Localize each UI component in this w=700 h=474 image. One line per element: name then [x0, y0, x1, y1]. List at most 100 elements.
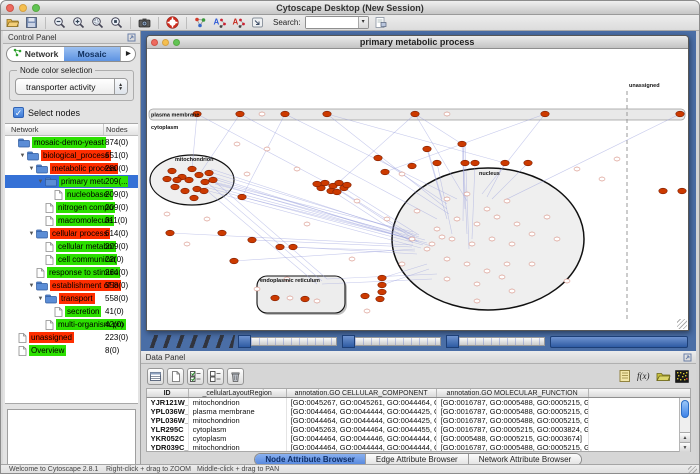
graph-node-selected[interactable] [162, 176, 170, 182]
graph-node[interactable] [454, 217, 460, 221]
table-cell[interactable]: [GO:0016787, GO:0005488, GO:0005215, G… [437, 443, 589, 452]
tree-expander-icon[interactable]: ▼ [18, 153, 27, 159]
graph-node-selected[interactable] [280, 111, 288, 117]
scrollbar-thumb[interactable] [681, 400, 689, 418]
graph-node-selected[interactable] [194, 172, 202, 178]
unselect-all-attributes-button[interactable] [207, 368, 224, 385]
graph-node-selected[interactable] [457, 141, 465, 147]
graph-node[interactable] [504, 262, 510, 266]
graph-node[interactable] [469, 242, 475, 246]
graph-node[interactable] [204, 217, 210, 221]
graph-node-selected[interactable] [460, 160, 468, 166]
graph-node[interactable] [314, 299, 320, 303]
column-header-annotation-go-molecular-function[interactable]: annotation.GO MOLECULAR_FUNCTION [437, 389, 589, 397]
zoom-selected-region-button[interactable] [90, 16, 105, 30]
graph-edge[interactable] [285, 114, 457, 199]
tree-row-response-to-stimulu[interactable]: response to stimulu264(0) [5, 266, 138, 279]
zoom-fit-button[interactable] [109, 16, 124, 30]
graph-node-selected[interactable] [342, 182, 350, 188]
graph-node-selected[interactable] [332, 189, 340, 195]
graph-node[interactable] [489, 237, 495, 241]
graph-edge[interactable] [507, 114, 680, 199]
table-row[interactable]: YPL036W__1mitochondrion[GO:0044464, GO:0… [147, 416, 690, 425]
graph-node[interactable] [429, 242, 435, 246]
graph-node-selected[interactable] [312, 181, 320, 187]
graph-edge[interactable] [327, 114, 505, 163]
graph-node-selected[interactable] [167, 168, 175, 174]
delete-attribute-button[interactable] [227, 368, 244, 385]
graph-node[interactable] [529, 262, 535, 266]
graph-node[interactable] [544, 215, 550, 219]
tree-row-unassigned[interactable]: unassigned223(0) [5, 331, 138, 344]
graph-node[interactable] [484, 207, 490, 211]
table-cell[interactable]: [GO:0005488, GO:0005215, GO:0003674] [437, 434, 589, 443]
graph-node-selected[interactable] [377, 275, 385, 281]
graph-node-selected[interactable] [675, 111, 683, 117]
table-cell[interactable]: YDR039C__1 [147, 443, 189, 452]
tree-expander-icon[interactable]: ▼ [27, 231, 36, 237]
graph-node-selected[interactable] [184, 177, 192, 183]
graph-node[interactable] [384, 217, 390, 221]
tab-overflow-arrow-icon[interactable]: ▶ [120, 47, 135, 61]
graph-node[interactable] [484, 269, 490, 273]
tree-row-biological-process[interactable]: ▼biological_process651(0) [5, 149, 138, 162]
table-cell[interactable]: [GO:0044464, GO:0044444, GO:0044425, G… [287, 407, 437, 416]
table-cell[interactable]: cytoplasm [189, 425, 287, 434]
minimized-window-1[interactable] [146, 335, 234, 348]
graph-node-selected[interactable] [217, 230, 225, 236]
graph-node[interactable] [234, 142, 240, 146]
graph-node-selected[interactable] [170, 184, 178, 190]
graph-node-selected[interactable] [180, 188, 188, 194]
search-dropdown-arrow-icon[interactable]: ▾ [358, 17, 368, 28]
graph-node[interactable] [444, 197, 450, 201]
graph-node-selected[interactable] [322, 111, 330, 117]
graph-node-selected[interactable] [470, 160, 478, 166]
vizmapper-button[interactable] [193, 16, 208, 30]
graph-edge[interactable] [234, 249, 415, 261]
graph-node-selected[interactable] [204, 170, 212, 176]
graph-node[interactable] [474, 282, 480, 286]
graph-node[interactable] [254, 287, 260, 291]
graph-node[interactable] [564, 279, 570, 283]
graph-node-selected[interactable] [200, 179, 208, 185]
window-resize-grip[interactable] [677, 319, 687, 329]
graph-node-selected[interactable] [422, 146, 430, 152]
graph-node[interactable] [509, 289, 515, 293]
graph-node[interactable] [444, 277, 450, 281]
tree-row-cellular-metabol[interactable]: cellular metabol209(0) [5, 240, 138, 253]
zoom-out-button[interactable] [52, 16, 67, 30]
graph-node-selected[interactable] [189, 195, 197, 201]
tree-expander-icon[interactable]: ▼ [36, 179, 45, 185]
table-cell[interactable]: [GO:0044464, GO:0044446, GO:0044444, G… [287, 434, 437, 443]
tree-row-overview[interactable]: Overview8(0) [5, 344, 138, 357]
tree-row-establishment-of-lo[interactable]: ▼establishment of lo558(0) [5, 279, 138, 292]
node-attributes-blue-button[interactable]: A [212, 16, 227, 30]
network-window[interactable]: primary metabolic process plasma membran… [146, 35, 689, 331]
graph-node-selected[interactable] [658, 188, 666, 194]
graph-edge[interactable] [215, 184, 425, 240]
minimized-window-5[interactable] [550, 336, 688, 348]
graph-node-selected[interactable] [237, 194, 245, 200]
import-attributes-button[interactable] [655, 368, 671, 384]
node-color-select[interactable]: transporter activity ▲▼ [15, 78, 128, 95]
graph-node[interactable] [354, 199, 360, 203]
graph-node[interactable] [574, 167, 580, 171]
graph-node-selected[interactable] [407, 163, 415, 169]
column-header-id[interactable]: ID [147, 389, 189, 397]
save-session-button[interactable] [24, 16, 39, 30]
function-builder-button[interactable]: f(x) [636, 368, 652, 384]
table-cell[interactable]: YLR295C [147, 425, 189, 434]
graph-node-selected[interactable] [288, 244, 296, 250]
help-button[interactable] [165, 16, 180, 30]
tree-expander-icon[interactable]: ▼ [27, 283, 36, 289]
scroll-up-icon[interactable]: ▲ [680, 432, 690, 442]
graph-node-selected[interactable] [540, 111, 548, 117]
graph-node-selected[interactable] [334, 180, 342, 186]
graph-node-selected[interactable] [229, 258, 237, 264]
graph-node-selected[interactable] [377, 289, 385, 295]
graph-node[interactable] [614, 157, 620, 161]
tree-row-transport[interactable]: ▼transport558(0) [5, 292, 138, 305]
graph-edge[interactable] [205, 189, 317, 284]
search-input[interactable] [306, 17, 358, 28]
graph-node[interactable] [529, 232, 535, 236]
